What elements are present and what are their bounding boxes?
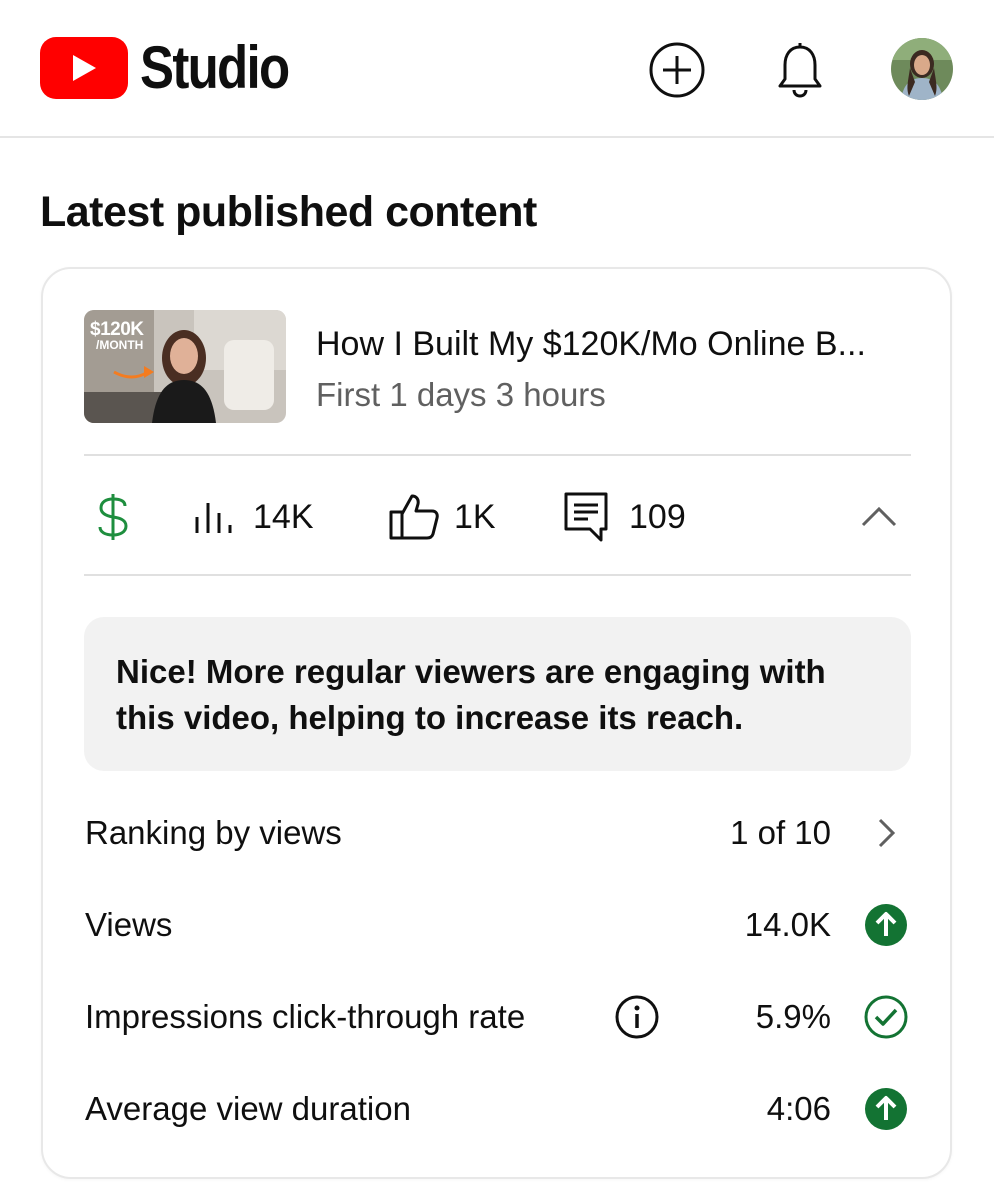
metric-value: 4:06	[766, 1090, 831, 1127]
section-title: Latest published content	[40, 188, 537, 236]
insight-text: Nice! More regular viewers are engaging …	[116, 653, 826, 736]
video-time-period: First 1 days 3 hours	[316, 376, 606, 413]
chevron-right-icon	[878, 818, 896, 848]
metric-row-avg-duration[interactable]: Average view duration 4:06	[84, 1082, 911, 1142]
video-title[interactable]: How I Built My $120K/Mo Online B...	[316, 325, 916, 364]
latest-content-card: $120K /MONTH How I Built My $120K/Mo Onl…	[41, 267, 952, 1179]
collapse-button[interactable]	[859, 501, 899, 531]
app-header: Studio	[0, 0, 994, 138]
comment-icon	[564, 492, 608, 542]
views-stat[interactable]: 14K	[191, 491, 314, 543]
youtube-logo-icon	[40, 37, 128, 99]
arrow-up-circle-icon	[865, 1088, 907, 1130]
divider	[84, 454, 911, 456]
likes-stat[interactable]: 1K	[388, 491, 496, 543]
comments-stat[interactable]: 109	[563, 491, 686, 543]
bell-icon	[778, 43, 822, 98]
arrow-up-circle-icon	[865, 904, 907, 946]
comments-count: 109	[629, 497, 686, 536]
insight-message: Nice! More regular viewers are engaging …	[84, 617, 911, 771]
youtube-studio-logo[interactable]: Studio	[40, 37, 315, 99]
dollar-icon	[98, 494, 128, 540]
chevron-up-icon	[861, 506, 897, 527]
app-name: Studio	[140, 34, 290, 101]
views-count: 14K	[253, 497, 314, 536]
thumbnail-badge-amount: $120K	[90, 319, 144, 340]
notifications-button[interactable]	[770, 40, 830, 100]
create-button[interactable]	[647, 40, 707, 100]
thumbnail-badge: $120K /MONTH	[90, 320, 144, 351]
likes-count: 1K	[454, 497, 496, 536]
metric-value: 1 of 10	[730, 814, 831, 851]
bar-chart-icon	[195, 503, 232, 533]
profile-avatar[interactable]	[891, 38, 953, 100]
metric-row-views[interactable]: Views 14.0K	[84, 898, 911, 958]
metric-label: Views	[85, 906, 173, 943]
metric-row-ranking[interactable]: Ranking by views 1 of 10	[84, 806, 911, 866]
metric-row-ctr[interactable]: Impressions click-through rate 5.9%	[84, 990, 911, 1050]
metric-label: Ranking by views	[85, 814, 342, 851]
video-thumbnail[interactable]: $120K /MONTH	[84, 310, 286, 423]
thumbnail-badge-period: /MONTH	[96, 338, 144, 352]
divider	[84, 574, 911, 576]
add-circle-icon	[649, 42, 705, 98]
check-circle-icon	[864, 995, 908, 1039]
metric-label: Average view duration	[85, 1090, 411, 1127]
metric-value: 14.0K	[744, 906, 831, 943]
info-icon[interactable]	[614, 994, 660, 1040]
metric-label: Impressions click-through rate	[85, 998, 526, 1035]
monetization-status[interactable]	[96, 491, 130, 543]
metric-value: 5.9%	[755, 998, 831, 1035]
avatar-image	[891, 38, 953, 100]
thumbs-up-icon	[389, 494, 439, 540]
